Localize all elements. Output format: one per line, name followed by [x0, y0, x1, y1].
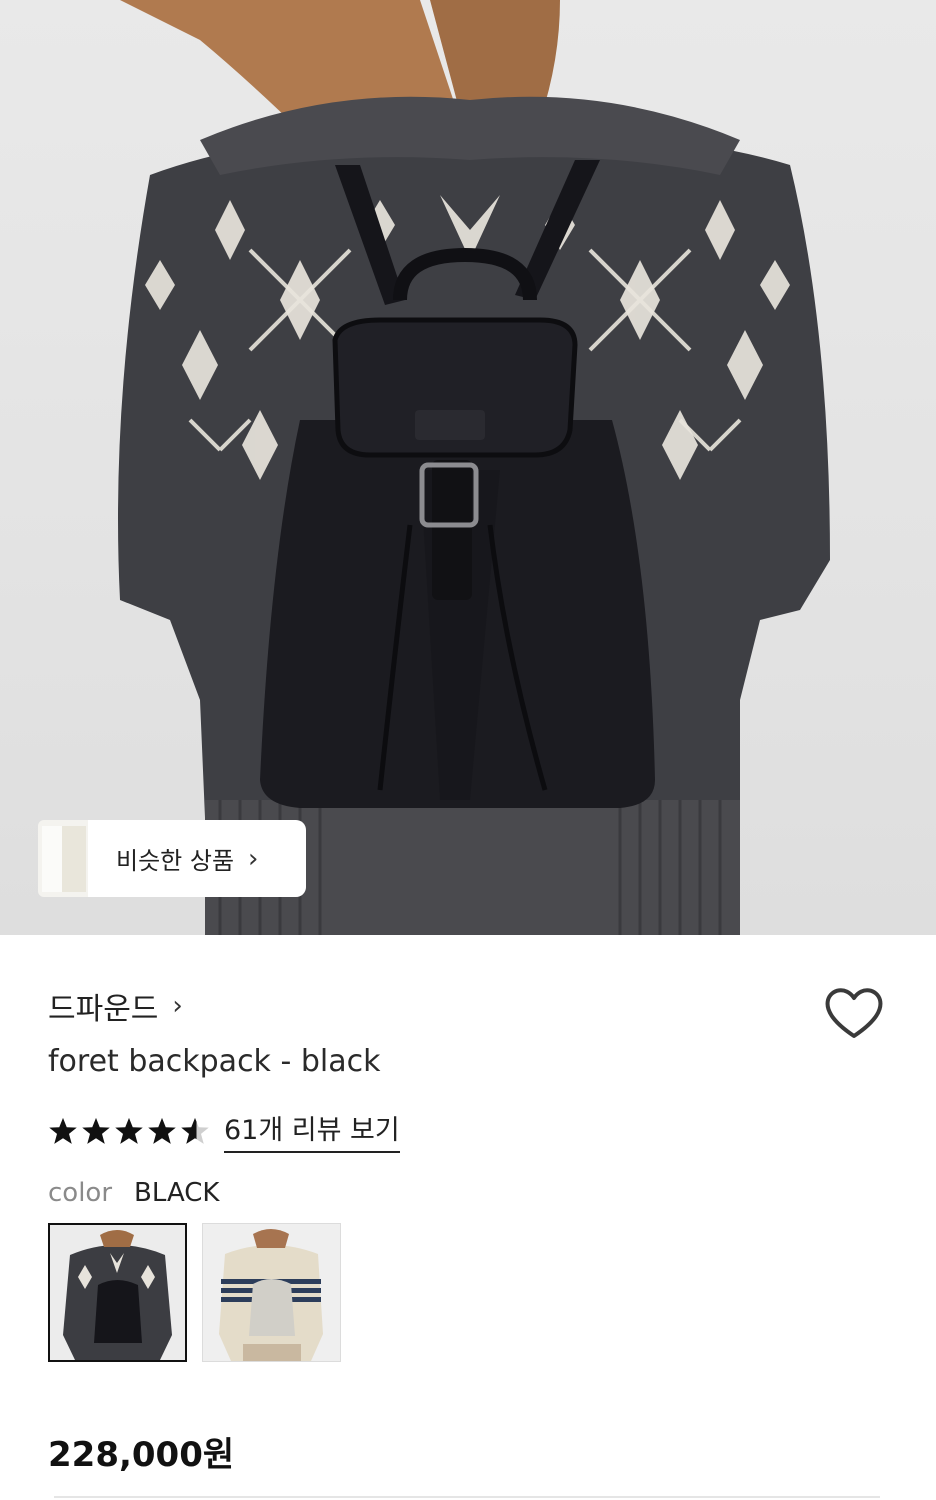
product-title: foret backpack - black	[48, 1044, 381, 1079]
star-icon	[49, 1117, 77, 1144]
product-price: 228,000원	[48, 1435, 235, 1475]
brand-link[interactable]: 드파운드 ›	[48, 984, 183, 1028]
divider	[54, 1496, 880, 1498]
rating-row: 61개 리뷰 보기	[48, 1108, 400, 1153]
swatch-black[interactable]	[48, 1223, 187, 1362]
rating-stars	[48, 1116, 210, 1146]
similar-product-thumbnail	[38, 820, 88, 897]
review-link[interactable]: 61개 리뷰 보기	[224, 1108, 400, 1153]
color-label: color	[48, 1178, 113, 1208]
similar-products-label: 비슷한 상품	[116, 847, 235, 875]
color-row: color BLACK	[48, 1178, 219, 1208]
hero-photo	[118, 0, 830, 935]
similar-products-pill[interactable]: 비슷한 상품 ›	[86, 820, 306, 897]
swatch-ivory[interactable]	[202, 1223, 341, 1362]
chevron-right-icon: ›	[172, 991, 183, 1021]
star-icon	[82, 1117, 110, 1144]
star-icon	[148, 1117, 176, 1144]
similar-products-button[interactable]: 비슷한 상품 ›	[38, 820, 306, 897]
color-value: BLACK	[134, 1178, 220, 1208]
heart-outline-icon[interactable]	[822, 984, 886, 1042]
star-icon	[115, 1117, 143, 1144]
star-half-icon	[181, 1117, 209, 1144]
product-hero-image[interactable]: 비슷한 상품 ›	[0, 0, 936, 935]
chevron-right-icon: ›	[248, 843, 259, 874]
brand-name: 드파운드	[48, 992, 159, 1027]
